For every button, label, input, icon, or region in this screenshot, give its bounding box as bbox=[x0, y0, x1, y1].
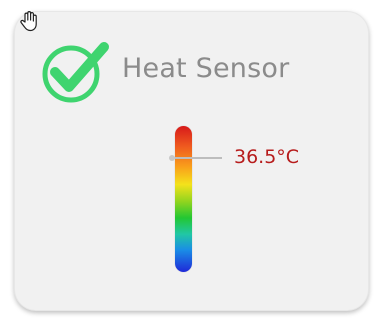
temperature-indicator-line bbox=[171, 157, 222, 159]
sensor-title: Heat Sensor bbox=[122, 53, 290, 84]
hand-pointer-icon bbox=[20, 11, 37, 32]
temperature-indicator-dot bbox=[169, 155, 175, 161]
check-circle-icon bbox=[42, 42, 109, 103]
temperature-value: 36.5°C bbox=[234, 146, 300, 168]
temperature-gradient-bar bbox=[175, 126, 192, 272]
